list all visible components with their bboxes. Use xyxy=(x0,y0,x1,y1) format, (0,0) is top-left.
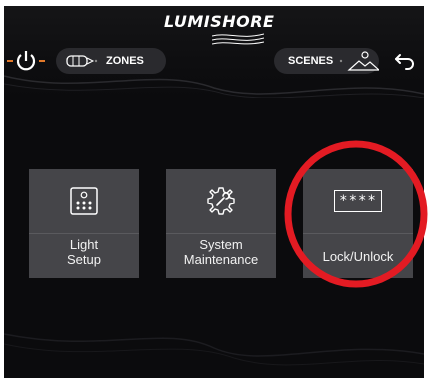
logo-text: LUMISHORE xyxy=(164,12,275,31)
tile-label-line2: Maintenance xyxy=(183,252,259,267)
light-setup-tile[interactable]: Light Setup xyxy=(29,169,139,278)
power-button[interactable] xyxy=(6,48,46,74)
tile-label-line2: Setup xyxy=(67,252,101,267)
tile-divider xyxy=(166,233,276,234)
screenshot-frame: LUMISHORE ZONES SCENES Light Setup Syste… xyxy=(0,0,431,381)
tile-label: Light Setup xyxy=(29,237,139,267)
landscape-scene-icon xyxy=(340,51,379,71)
annotation-circle xyxy=(284,140,428,288)
gear-wrench-icon xyxy=(207,187,235,215)
tile-icon-area xyxy=(29,169,139,233)
scenes-label: SCENES xyxy=(288,55,334,67)
logo-wave-lines xyxy=(212,33,264,45)
scenes-button[interactable]: SCENES xyxy=(274,48,379,74)
tile-label-line1: System xyxy=(199,237,243,252)
zones-button[interactable]: ZONES xyxy=(56,48,166,74)
system-maintenance-tile[interactable]: System Maintenance xyxy=(166,169,276,278)
tile-label-line1: Light xyxy=(69,237,99,252)
light-fixture-icon xyxy=(66,55,98,67)
tile-divider xyxy=(29,233,139,234)
top-bar: LUMISHORE ZONES SCENES xyxy=(4,6,424,98)
lumishore-logo: LUMISHORE xyxy=(164,12,274,46)
footer-wave-decoration xyxy=(4,333,424,366)
tile-icon-area xyxy=(166,169,276,233)
power-icon xyxy=(7,51,45,71)
back-arrow-icon xyxy=(395,54,414,70)
back-button[interactable] xyxy=(390,48,420,74)
zones-label: ZONES xyxy=(106,55,144,67)
light-panel-icon xyxy=(70,187,98,215)
tile-label: System Maintenance xyxy=(166,237,276,267)
